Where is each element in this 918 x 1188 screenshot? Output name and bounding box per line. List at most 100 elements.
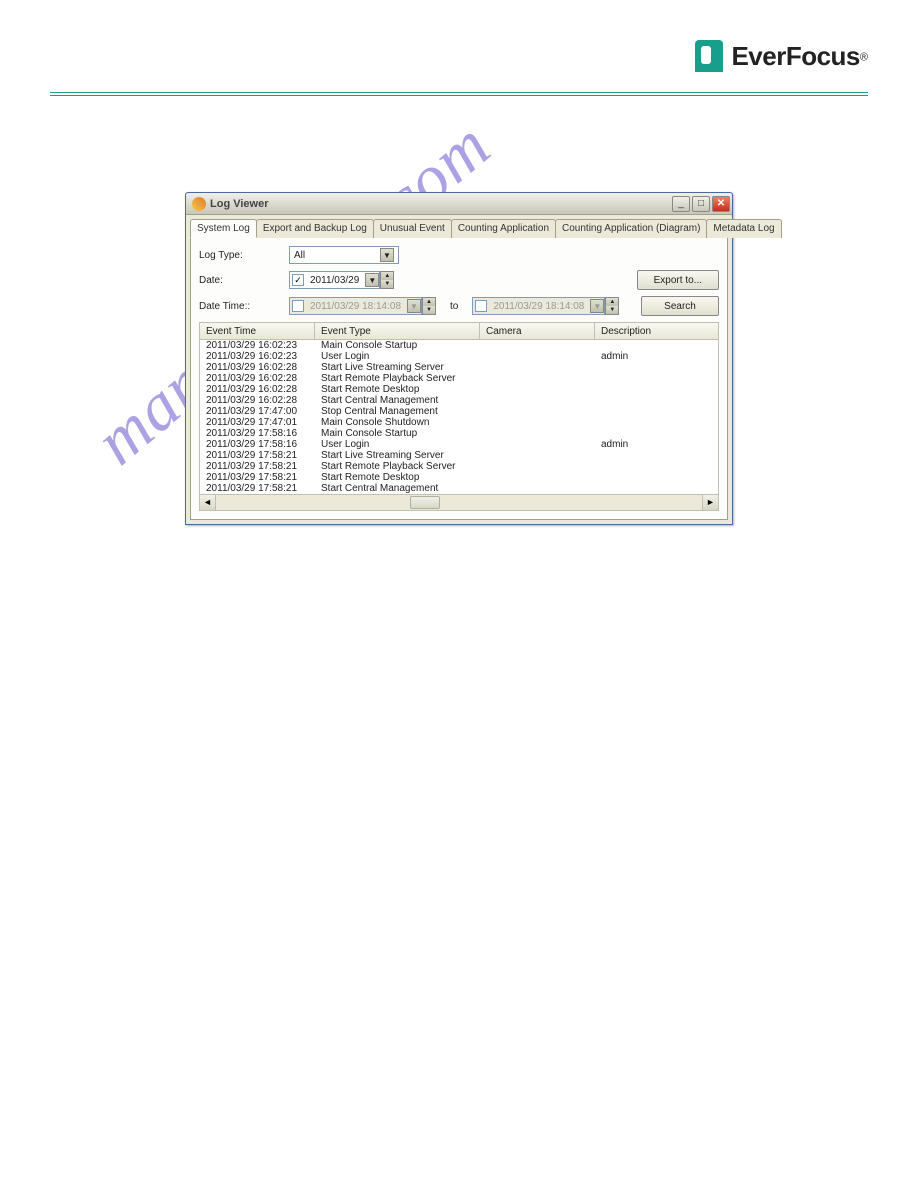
tab-system-log[interactable]: System Log [190, 219, 257, 238]
table-row[interactable]: 2011/03/29 17:58:21Start Remote Desktop [200, 472, 718, 483]
cell-camera [480, 450, 595, 461]
date-enabled-checkbox[interactable]: ✓ [292, 274, 304, 286]
datetime-from-spinner[interactable]: ▲▼ [422, 297, 436, 315]
tab-metadata-log[interactable]: Metadata Log [706, 219, 781, 238]
cell-type: Main Console Startup [315, 340, 480, 351]
datetime-to-picker[interactable]: 2011/03/29 18:14:08 ▼ [472, 297, 605, 315]
cell-type: Start Live Streaming Server [315, 362, 480, 373]
scroll-right-icon[interactable]: ► [702, 495, 718, 510]
scroll-left-icon[interactable]: ◄ [200, 495, 216, 510]
maximize-button[interactable]: □ [692, 196, 710, 212]
datetime-to-value: 2011/03/29 18:14:08 [491, 301, 586, 312]
cell-desc [595, 472, 718, 483]
tab-panel: Log Type: All ▼ Date: ✓ 2011/03/29 ▼ ▲▼ … [190, 237, 728, 520]
log-type-combo[interactable]: All ▼ [289, 246, 399, 264]
cell-camera [480, 406, 595, 417]
table-row[interactable]: 2011/03/29 17:58:21Start Central Managem… [200, 483, 718, 494]
cell-desc [595, 417, 718, 428]
table-row[interactable]: 2011/03/29 17:58:16Main Console Startup [200, 428, 718, 439]
scroll-track[interactable] [216, 495, 702, 510]
cell-camera [480, 439, 595, 450]
cell-desc [595, 461, 718, 472]
brand-registered: ® [860, 51, 868, 63]
cell-type: Main Console Startup [315, 428, 480, 439]
to-label: to [450, 301, 458, 312]
col-camera[interactable]: Camera [480, 323, 595, 339]
tab-counting-diagram[interactable]: Counting Application (Diagram) [555, 219, 707, 238]
datetime-to-checkbox[interactable] [475, 300, 487, 312]
table-row[interactable]: 2011/03/29 16:02:28Start Live Streaming … [200, 362, 718, 373]
cell-type: Start Central Management [315, 395, 480, 406]
col-description[interactable]: Description [595, 323, 718, 339]
header-rule [50, 92, 868, 96]
cell-type: Start Remote Desktop [315, 472, 480, 483]
date-label: Date: [199, 275, 289, 286]
log-type-value: All [294, 250, 376, 261]
cell-desc [595, 384, 718, 395]
datetime-from-picker[interactable]: 2011/03/29 18:14:08 ▼ [289, 297, 422, 315]
cell-desc [595, 428, 718, 439]
cell-type: Start Remote Desktop [315, 384, 480, 395]
table-row[interactable]: 2011/03/29 16:02:23User Loginadmin [200, 351, 718, 362]
log-type-label: Log Type: [199, 250, 289, 261]
cell-desc [595, 362, 718, 373]
cell-desc [595, 483, 718, 494]
cell-camera [480, 384, 595, 395]
filter-datetime-row: Date Time:: 2011/03/29 18:14:08 ▼ ▲▼ to … [199, 296, 719, 316]
tab-counting-app[interactable]: Counting Application [451, 219, 556, 238]
date-picker[interactable]: ✓ 2011/03/29 ▼ [289, 271, 380, 289]
cell-camera [480, 395, 595, 406]
chevron-down-icon: ▼ [365, 273, 379, 287]
cell-time: 2011/03/29 16:02:28 [200, 362, 315, 373]
cell-camera [480, 340, 595, 351]
cell-camera [480, 461, 595, 472]
table-row[interactable]: 2011/03/29 17:58:21Start Remote Playback… [200, 461, 718, 472]
date-spinner[interactable]: ▲▼ [380, 271, 394, 289]
cell-desc [595, 450, 718, 461]
cell-camera [480, 362, 595, 373]
cell-time: 2011/03/29 16:02:28 [200, 384, 315, 395]
scroll-thumb[interactable] [410, 496, 440, 509]
cell-type: Start Live Streaming Server [315, 450, 480, 461]
filter-log-type-row: Log Type: All ▼ [199, 246, 719, 264]
cell-time: 2011/03/29 17:58:21 [200, 483, 315, 494]
table-row[interactable]: 2011/03/29 17:47:01Main Console Shutdown [200, 417, 718, 428]
datetime-from-checkbox[interactable] [292, 300, 304, 312]
filter-date-row: Date: ✓ 2011/03/29 ▼ ▲▼ Export to... [199, 270, 719, 290]
table-row[interactable]: 2011/03/29 16:02:23Main Console Startup [200, 340, 718, 351]
cell-time: 2011/03/29 17:58:16 [200, 439, 315, 450]
tab-export-backup[interactable]: Export and Backup Log [256, 219, 374, 238]
chevron-down-icon: ▼ [407, 299, 421, 313]
table-row[interactable]: 2011/03/29 17:58:21Start Live Streaming … [200, 450, 718, 461]
table-row[interactable]: 2011/03/29 17:47:00Stop Central Manageme… [200, 406, 718, 417]
cell-time: 2011/03/29 17:58:21 [200, 450, 315, 461]
minimize-button[interactable]: _ [672, 196, 690, 212]
cell-time: 2011/03/29 17:58:16 [200, 428, 315, 439]
cell-time: 2011/03/29 17:47:00 [200, 406, 315, 417]
close-button[interactable]: ✕ [712, 196, 730, 212]
search-button[interactable]: Search [641, 296, 719, 316]
log-table-body[interactable]: 2011/03/29 16:02:23Main Console Startup2… [199, 340, 719, 495]
export-button[interactable]: Export to... [637, 270, 719, 290]
chevron-down-icon: ▼ [590, 299, 604, 313]
cell-time: 2011/03/29 17:47:01 [200, 417, 315, 428]
col-event-type[interactable]: Event Type [315, 323, 480, 339]
window-title: Log Viewer [210, 198, 670, 210]
table-row[interactable]: 2011/03/29 17:58:16User Loginadmin [200, 439, 718, 450]
titlebar[interactable]: Log Viewer _ □ ✕ [186, 193, 732, 215]
horizontal-scrollbar[interactable]: ◄ ► [199, 495, 719, 511]
tab-unusual-event[interactable]: Unusual Event [373, 219, 452, 238]
cell-camera [480, 428, 595, 439]
table-row[interactable]: 2011/03/29 16:02:28Start Remote Desktop [200, 384, 718, 395]
cell-camera [480, 373, 595, 384]
datetime-to-spinner[interactable]: ▲▼ [605, 297, 619, 315]
cell-desc [595, 395, 718, 406]
cell-time: 2011/03/29 17:58:21 [200, 472, 315, 483]
table-row[interactable]: 2011/03/29 16:02:28Start Central Managem… [200, 395, 718, 406]
col-event-time[interactable]: Event Time [200, 323, 315, 339]
table-row[interactable]: 2011/03/29 16:02:28Start Remote Playback… [200, 373, 718, 384]
cell-type: Start Remote Playback Server [315, 461, 480, 472]
datetime-label: Date Time:: [199, 301, 289, 312]
brand-logo-icon [695, 40, 723, 72]
cell-type: Start Central Management [315, 483, 480, 494]
